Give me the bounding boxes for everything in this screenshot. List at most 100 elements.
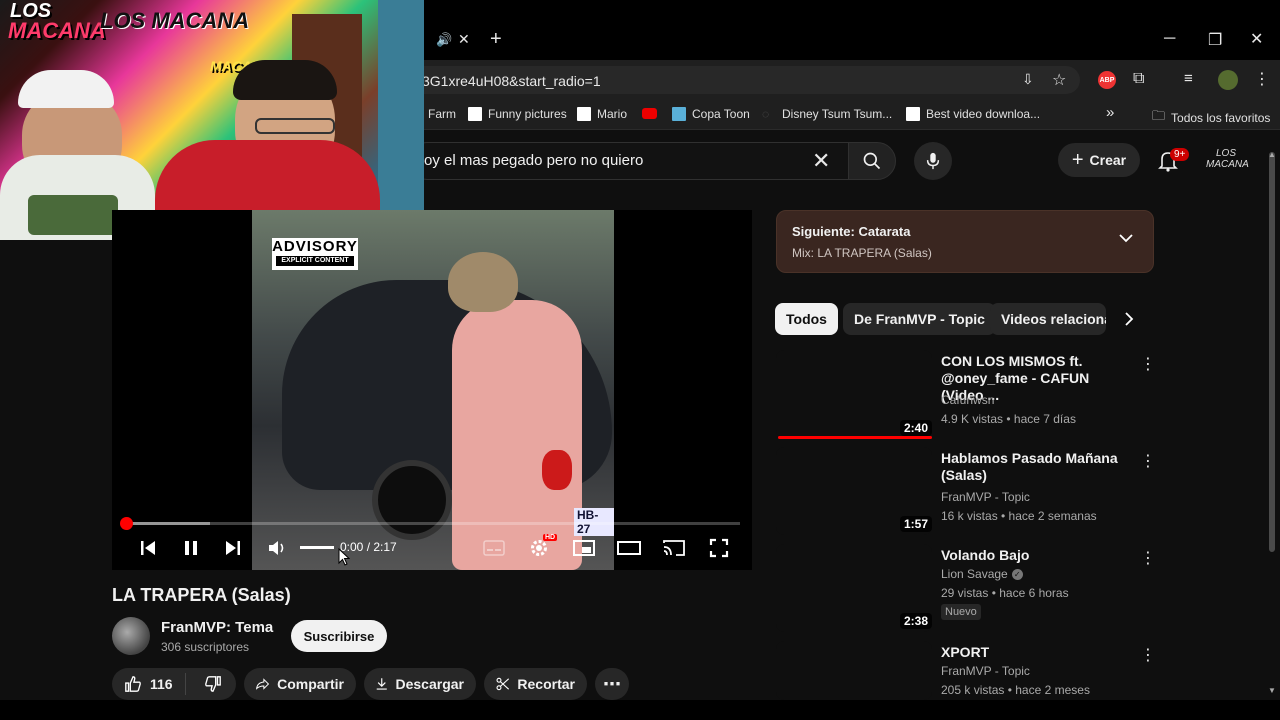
previous-button[interactable] — [135, 535, 161, 561]
voice-search-button[interactable] — [914, 142, 952, 180]
video-duration: 2:38 — [900, 613, 933, 629]
chevron-down-icon[interactable] — [1118, 233, 1134, 243]
verified-icon: ✓ — [1011, 568, 1023, 580]
bookmark-mario[interactable]: Mario — [577, 107, 627, 121]
media-control-icon[interactable]: ≡ — [1184, 70, 1193, 87]
chevron-right-icon[interactable] — [1124, 311, 1134, 327]
bookmark-star-icon[interactable]: ☆ — [1052, 70, 1066, 90]
minimize-icon[interactable]: ─ — [1164, 30, 1175, 48]
like-dislike-group: 116 — [112, 668, 236, 700]
scrubber-handle[interactable] — [120, 517, 133, 530]
skip-previous-icon — [141, 541, 155, 555]
cast-icon — [663, 540, 685, 556]
subtitles-icon — [483, 540, 505, 556]
related-meta: 205 k vistas • hace 2 meses — [941, 683, 1090, 697]
related-thumbnail[interactable] — [776, 641, 932, 700]
related-meta: 29 vistas • hace 6 horas — [941, 586, 1069, 600]
related-channel[interactable]: FranMVP - Topic — [941, 664, 1030, 678]
adblock-icon[interactable]: ABP — [1098, 71, 1116, 89]
chip-all[interactable]: Todos — [775, 303, 838, 335]
bookmark-farm[interactable]: Farm — [428, 107, 456, 121]
parental-advisory-label: ADVISORY EXPLICIT CONTENT — [272, 238, 358, 270]
volume-slider[interactable] — [300, 546, 335, 549]
more-vert-icon[interactable]: ⋮ — [1140, 451, 1156, 471]
microphone-icon — [926, 152, 940, 170]
bookmark-disney-tsum[interactable]: ◌ Disney Tsum Tsum... — [762, 107, 892, 121]
restore-icon[interactable]: ❐ — [1208, 30, 1222, 50]
person-pink-shirt — [452, 300, 582, 570]
next-button[interactable] — [220, 535, 246, 561]
close-window-icon[interactable]: ✕ — [1250, 29, 1263, 49]
create-button[interactable]: + Crear — [1058, 143, 1140, 177]
bookmark-best-video[interactable]: Best video downloa... — [906, 107, 1040, 121]
notification-count-badge: 9+ — [1170, 148, 1190, 161]
up-next-panel[interactable] — [776, 210, 1154, 273]
browser-menu-icon[interactable]: ⋮ — [1254, 69, 1270, 89]
clip-button[interactable]: Recortar — [484, 668, 587, 700]
pause-icon — [185, 541, 197, 555]
related-title[interactable]: Hablamos Pasado Mañana (Salas) — [941, 450, 1131, 484]
red-bag — [542, 450, 572, 490]
related-meta: 16 k vistas • hace 2 semanas — [941, 509, 1097, 523]
related-title[interactable]: Volando Bajo — [941, 547, 1131, 564]
page-icon — [906, 107, 920, 121]
new-tab-button[interactable]: + — [490, 28, 502, 51]
cast-button[interactable] — [661, 535, 687, 561]
dislike-button[interactable] — [194, 675, 232, 693]
install-app-icon[interactable]: ⇩ — [1022, 71, 1034, 88]
camo-cap — [448, 252, 518, 312]
profile-avatar[interactable] — [1218, 70, 1238, 90]
page-icon — [468, 107, 482, 121]
hd-badge: HD — [543, 534, 558, 541]
search-icon — [863, 152, 881, 170]
wall — [378, 0, 424, 240]
taskbar-strip — [0, 700, 1280, 720]
all-bookmarks-folder[interactable]: 🗀 Todos los favoritos — [1152, 107, 1270, 129]
mute-button[interactable] — [264, 535, 290, 561]
tab-close-button[interactable]: ✕ — [458, 31, 470, 48]
pause-button[interactable] — [178, 535, 204, 561]
scroll-up-icon[interactable]: ▲ — [1268, 150, 1276, 159]
bookmark-funny-pictures[interactable]: Funny pictures — [468, 107, 567, 121]
more-vert-icon[interactable]: ⋮ — [1140, 548, 1156, 568]
youtube-bookmark-icon[interactable] — [642, 108, 657, 119]
tab-audio-icon[interactable]: 🔊 — [436, 32, 452, 48]
buffer-bar — [124, 522, 211, 525]
miniplayer-button[interactable] — [571, 535, 597, 561]
related-channel[interactable]: FranMVP - Topic — [941, 490, 1030, 504]
video-duration: 2:40 — [900, 420, 933, 436]
theater-mode-button[interactable] — [616, 535, 642, 561]
clear-search-icon[interactable]: ✕ — [812, 148, 830, 174]
related-channel[interactable]: Cafunwsn — [941, 393, 994, 407]
extensions-icon[interactable]: ⧉ — [1133, 70, 1144, 88]
more-vert-icon[interactable]: ⋮ — [1140, 354, 1156, 374]
page-icon — [577, 107, 591, 121]
bookmark-copa-toon[interactable]: Copa Toon — [672, 107, 750, 121]
subscribe-button[interactable]: Suscribirse — [291, 620, 387, 652]
url-text[interactable]: 3G1xre4uH08&start_radio=1 — [422, 73, 601, 89]
share-button[interactable]: Compartir — [244, 668, 356, 700]
progress-bar[interactable] — [124, 522, 740, 525]
download-button[interactable]: Descargar — [364, 668, 476, 700]
account-avatar[interactable]: LOS MACANA — [1206, 148, 1249, 170]
channel-avatar[interactable] — [112, 617, 150, 655]
chip-related[interactable]: Videos relacionad — [990, 303, 1106, 335]
like-button[interactable]: 116 — [112, 673, 186, 695]
fullscreen-button[interactable] — [706, 535, 732, 561]
channel-name[interactable]: FranMVP: Tema — [161, 619, 273, 636]
chip-from-channel[interactable]: De FranMVP - Topic — [843, 303, 996, 335]
mouse-cursor-icon — [338, 547, 351, 571]
scroll-down-icon[interactable]: ▼ — [1268, 686, 1276, 695]
search-query-text[interactable]: oy el mas pegado pero no quiero — [424, 152, 643, 169]
more-vert-icon[interactable]: ⋮ — [1140, 645, 1156, 665]
bookmarks-overflow-icon[interactable]: » — [1106, 104, 1114, 121]
scrollbar-thumb[interactable] — [1269, 152, 1275, 552]
more-actions-button[interactable]: ⋯ — [595, 668, 629, 700]
related-channel[interactable]: Lion Savage ✓ — [941, 567, 1023, 581]
skip-next-icon — [226, 541, 240, 555]
search-button[interactable] — [848, 142, 896, 180]
up-next-mix: Mix: LA TRAPERA (Salas) — [792, 246, 932, 260]
subtitles-button[interactable] — [481, 535, 507, 561]
related-title[interactable]: XPORT — [941, 644, 1131, 661]
folder-icon: 🗀 — [1152, 108, 1166, 123]
